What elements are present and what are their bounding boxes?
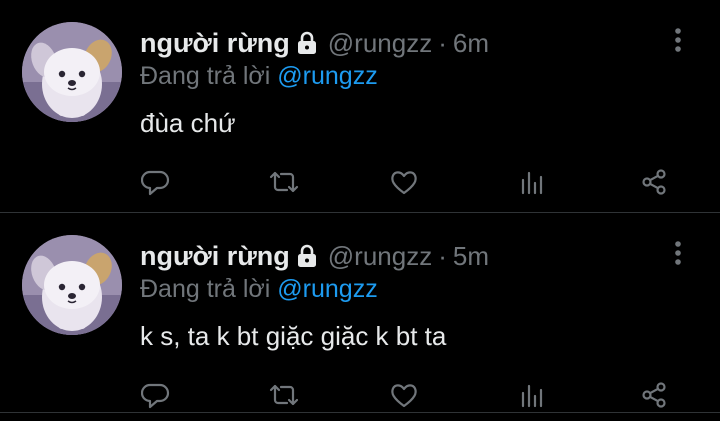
reply-icon — [141, 170, 170, 196]
retweet-icon — [269, 171, 299, 193]
heart-icon — [391, 384, 417, 408]
like-button[interactable] — [386, 378, 422, 412]
separator-dot: · — [438, 27, 447, 58]
retweet-button[interactable] — [266, 165, 302, 199]
tweet-actions — [0, 378, 720, 412]
share-button[interactable] — [636, 378, 672, 412]
tweet-actions — [0, 165, 720, 199]
tweet-header: người rừng @rungzz · 5m — [140, 239, 489, 273]
more-vertical-icon[interactable] — [668, 26, 688, 56]
tweet-header: người rừng @rungzz · 6m — [140, 26, 489, 60]
tweet-text: k s, ta k bt giặc giặc k bt ta — [140, 321, 447, 351]
retweet-button[interactable] — [266, 378, 302, 412]
avatar-dog-illustration — [22, 22, 122, 122]
views-button[interactable] — [514, 165, 550, 199]
replying-to-line: Đang trả lời @rungzz — [140, 62, 378, 94]
reply-button[interactable] — [138, 378, 174, 412]
separator-dot: · — [438, 240, 447, 271]
lock-icon — [296, 244, 318, 268]
display-name[interactable]: người rừng — [140, 28, 290, 59]
reply-icon — [141, 383, 170, 409]
avatar[interactable] — [22, 22, 122, 122]
heart-icon — [391, 171, 417, 195]
tweet-feed: người rừng @rungzz · 6m Đang trả lời @ru… — [0, 0, 720, 421]
like-button[interactable] — [386, 165, 422, 199]
share-icon — [642, 382, 666, 408]
views-icon — [521, 384, 543, 408]
username-handle[interactable]: @rungzz — [328, 241, 432, 272]
timestamp[interactable]: 6m — [453, 28, 489, 59]
avatar-dog-illustration — [22, 235, 122, 335]
display-name[interactable]: người rừng — [140, 241, 290, 272]
replying-to-mention[interactable]: @rungzz — [277, 62, 377, 90]
more-vertical-icon[interactable] — [668, 239, 688, 269]
tweet[interactable]: người rừng @rungzz · 6m Đang trả lời @ru… — [0, 0, 720, 205]
replying-to-line: Đang trả lời @rungzz — [140, 275, 378, 307]
share-icon — [642, 169, 666, 195]
replying-to-label: Đang trả lời — [140, 62, 271, 90]
reply-button[interactable] — [138, 165, 174, 199]
tweet-divider — [0, 412, 720, 413]
username-handle[interactable]: @rungzz — [328, 28, 432, 59]
tweet-text: đùa chứ — [140, 108, 236, 138]
avatar[interactable] — [22, 235, 122, 335]
retweet-icon — [269, 384, 299, 406]
tweet[interactable]: người rừng @rungzz · 5m Đang trả lời @ru… — [0, 213, 720, 418]
views-button[interactable] — [514, 378, 550, 412]
views-icon — [521, 171, 543, 195]
replying-to-mention[interactable]: @rungzz — [277, 275, 377, 303]
lock-icon — [296, 31, 318, 55]
timestamp[interactable]: 5m — [453, 241, 489, 272]
share-button[interactable] — [636, 165, 672, 199]
replying-to-label: Đang trả lời — [140, 275, 271, 303]
